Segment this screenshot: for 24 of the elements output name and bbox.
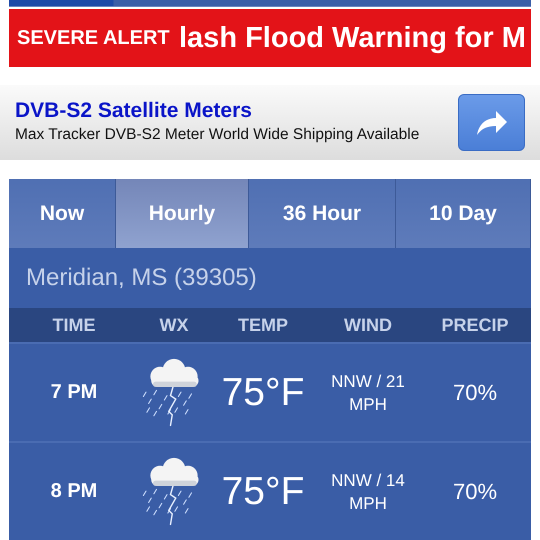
column-header: WX [158, 314, 190, 336]
wind-cell-text: NNW / 14 MPH [330, 470, 406, 514]
tab[interactable]: 36 Hour [249, 179, 396, 248]
column-header: TEMP [236, 314, 289, 336]
ad-title[interactable]: DVB-S2 Satellite Meters [15, 99, 448, 123]
ad-description: Max Tracker DVB-S2 Meter World Wide Shipping Available [15, 125, 420, 145]
tab[interactable]: Now [9, 179, 116, 248]
alert-label: SEVERE ALERT [16, 28, 167, 49]
column-header: TIME [52, 314, 96, 336]
location-title: Meridian, MS (39305) [25, 263, 258, 293]
go-button[interactable] [458, 94, 525, 151]
time-cell-text: 8 PM [50, 480, 98, 503]
precipitation-cell-text: 70% [452, 380, 498, 406]
wind-cell-text: NNW / 21 MPH [330, 370, 406, 416]
precipitation-cell-text: 70% [452, 478, 498, 504]
column-header: WIND [343, 314, 393, 336]
alert-message: lash Flood Warning for M [178, 22, 526, 55]
temperature-cell-text: 75°F [220, 370, 306, 414]
temperature-cell-text: 75°F [220, 470, 306, 514]
time-cell-text: 7 PM [50, 381, 98, 404]
arrow-icon [474, 108, 508, 136]
tab[interactable]: Hourly [116, 179, 249, 248]
tab[interactable]: 10 Day [396, 179, 531, 248]
column-header: PRECIP [440, 314, 510, 336]
